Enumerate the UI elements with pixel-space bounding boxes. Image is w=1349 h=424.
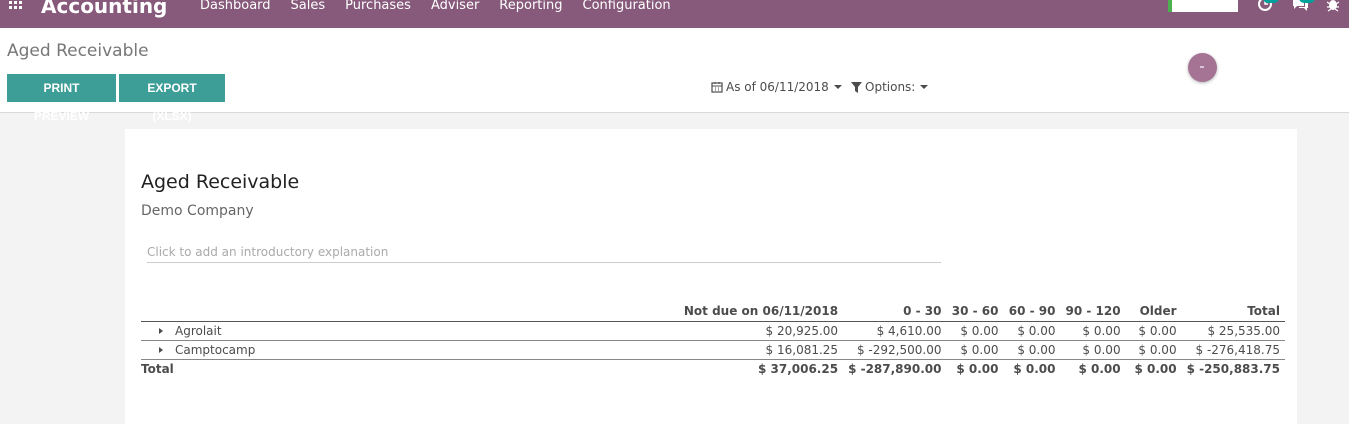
date-filter-label: As of 06/11/2018 xyxy=(726,80,829,94)
amount-cell: $ 0.00 xyxy=(1125,340,1182,360)
amount-cell: $ 0.00 xyxy=(1060,321,1126,341)
menu-dashboard[interactable]: Dashboard xyxy=(200,0,271,13)
total-row: Total $ 37,006.25 $ -287,890.00 $ 0.00 $… xyxy=(141,359,1285,378)
export-xlsx-button[interactable]: EXPORT (XLSX) xyxy=(119,74,225,123)
menu-sales[interactable]: Sales xyxy=(291,0,326,13)
message-count-badge: 24 xyxy=(1299,0,1316,3)
intro-explanation-field[interactable]: Click to add an introductory explanation xyxy=(147,245,941,263)
amount-cell: $ 0.00 xyxy=(1125,321,1182,341)
amount-cell: $ 0.00 xyxy=(1003,321,1061,341)
menu-configuration[interactable]: Configuration xyxy=(583,0,671,13)
amount-cell: $ 0.00 xyxy=(1003,340,1061,360)
partner-name: Camptocamp xyxy=(175,342,256,357)
column-header-not-due: Not due on 06/11/2018 xyxy=(673,304,844,322)
debug-bug-icon[interactable] xyxy=(1326,0,1342,12)
total-amount-cell: $ -287,890.00 xyxy=(848,361,942,376)
date-filter-dropdown[interactable]: As of 06/11/2018 xyxy=(711,80,842,94)
total-label: Total xyxy=(141,361,174,376)
column-header-older: Older xyxy=(1125,304,1182,322)
amount-cell: $ 0.00 xyxy=(1060,340,1126,360)
total-amount-cell: $ 0.00 xyxy=(1134,361,1177,376)
app-name[interactable]: Accounting xyxy=(41,0,167,18)
caret-right-icon[interactable] xyxy=(159,346,163,353)
table-header-row: Not due on 06/11/2018 0 - 30 30 - 60 60 … xyxy=(141,304,1285,322)
report-sheet: Aged Receivable Demo Company Click to ad… xyxy=(125,129,1297,424)
total-amount-cell: $ 0.00 xyxy=(1078,361,1121,376)
apps-grid-icon[interactable] xyxy=(9,1,25,11)
amount-cell: $ 0.00 xyxy=(946,340,1004,360)
column-header-0-30: 0 - 30 xyxy=(843,304,947,322)
table-row[interactable]: Agrolait $ 20,925.00 $ 4,610.00 $ 0.00 $… xyxy=(141,321,1285,341)
amount-cell: $ 16,081.25 xyxy=(673,340,844,360)
total-amount-cell: $ 0.00 xyxy=(956,361,999,376)
column-header-60-90: 60 - 90 xyxy=(1003,304,1061,322)
activity-clock-icon[interactable]: 11 xyxy=(1257,0,1280,12)
column-header-30-60: 30 - 60 xyxy=(946,304,1004,322)
menu-adviser[interactable]: Adviser xyxy=(431,0,479,13)
control-panel: Aged Receivable PRINT PREVIEW EXPORT (XL… xyxy=(0,28,1349,123)
filter-icon xyxy=(851,81,862,93)
caret-down-icon xyxy=(833,85,842,89)
activity-count-badge: 11 xyxy=(1263,0,1280,3)
total-amount-cell: $ 37,006.25 xyxy=(757,361,839,376)
floating-action-button[interactable] xyxy=(1188,53,1217,82)
options-filter-label: Options: xyxy=(865,80,916,94)
main-menu: Dashboard Sales Purchases Adviser Report… xyxy=(200,0,691,13)
amount-cell: $ 20,925.00 xyxy=(673,321,844,341)
caret-down-icon xyxy=(920,85,929,89)
amount-cell: $ 4,610.00 xyxy=(843,321,947,341)
print-preview-button[interactable]: PRINT PREVIEW xyxy=(7,74,116,123)
caret-right-icon[interactable] xyxy=(159,327,163,334)
total-amount-cell: $ -250,883.75 xyxy=(1186,361,1280,376)
amount-cell: $ -276,418.75 xyxy=(1181,340,1285,360)
table-row[interactable]: Camptocamp $ 16,081.25 $ -292,500.00 $ 0… xyxy=(141,340,1285,360)
breadcrumb: Aged Receivable xyxy=(7,41,149,61)
partner-cell[interactable]: Camptocamp xyxy=(141,340,674,360)
amount-cell: $ -292,500.00 xyxy=(843,340,947,360)
report-title: Aged Receivable xyxy=(141,171,300,193)
menu-reporting[interactable]: Reporting xyxy=(499,0,562,13)
aged-receivable-table: Not due on 06/11/2018 0 - 30 30 - 60 60 … xyxy=(141,304,1285,378)
user-menu[interactable] xyxy=(1168,0,1238,12)
top-navbar: Accounting Dashboard Sales Purchases Adv… xyxy=(0,0,1349,28)
total-amount-cell: $ 0.00 xyxy=(1013,361,1056,376)
menu-purchases[interactable]: Purchases xyxy=(345,0,411,13)
column-header-90-120: 90 - 120 xyxy=(1060,304,1126,322)
messages-icon[interactable]: 24 xyxy=(1291,0,1316,12)
amount-cell: $ 25,535.00 xyxy=(1181,321,1285,341)
company-name: Demo Company xyxy=(141,203,254,219)
options-filter-dropdown[interactable]: Options: xyxy=(851,80,929,94)
calendar-icon xyxy=(711,82,723,93)
amount-cell: $ 0.00 xyxy=(946,321,1004,341)
partner-cell[interactable]: Agrolait xyxy=(141,321,674,341)
partner-name: Agrolait xyxy=(175,323,222,338)
column-header-total: Total xyxy=(1181,304,1285,322)
column-header-partner xyxy=(141,304,674,322)
